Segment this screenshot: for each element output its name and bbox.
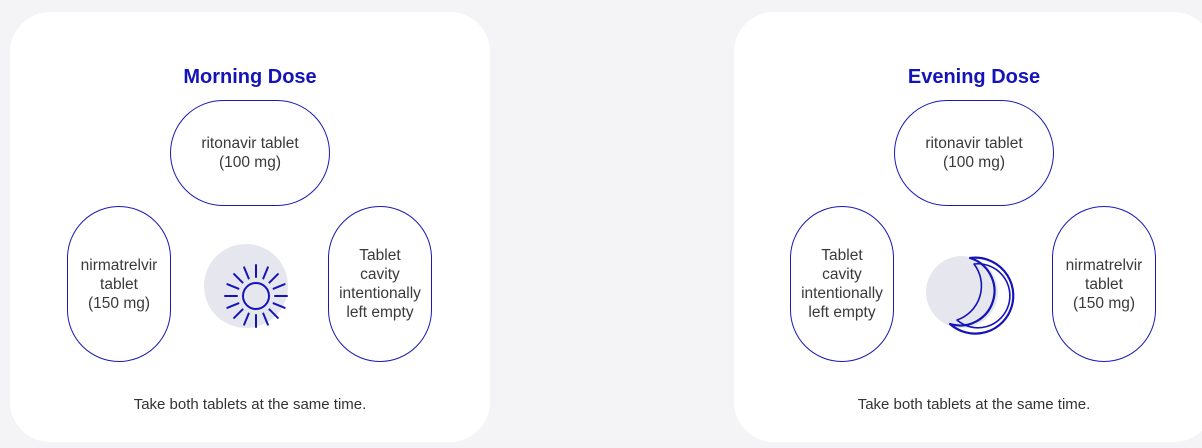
evening-empty-cavity: Tablet cavity intentionally left empty [790,206,894,362]
moon-icon [922,244,1022,344]
morning-dose-card: Morning Dose ritonavir tablet (100 mg) n… [10,12,490,442]
evening-ritonavir-tablet: ritonavir tablet (100 mg) [894,100,1054,206]
evening-nirmatrelvir-tablet: nirmatrelvir tablet (150 mg) [1052,206,1156,362]
sun-icon [198,244,298,344]
evening-dose-card: Evening Dose ritonavir tablet (100 mg) T… [734,12,1202,442]
morning-ritonavir-tablet: ritonavir tablet (100 mg) [170,100,330,206]
dosing-diagram: Morning Dose ritonavir tablet (100 mg) n… [0,0,1202,448]
evening-dose-title: Evening Dose [907,66,1041,88]
morning-empty-cavity: Tablet cavity intentionally left empty [328,206,432,362]
evening-caption: Take both tablets at the same time. [857,396,1091,413]
morning-caption: Take both tablets at the same time. [133,396,367,413]
morning-nirmatrelvir-tablet: nirmatrelvir tablet (150 mg) [67,206,171,362]
morning-dose-title: Morning Dose [183,66,317,88]
